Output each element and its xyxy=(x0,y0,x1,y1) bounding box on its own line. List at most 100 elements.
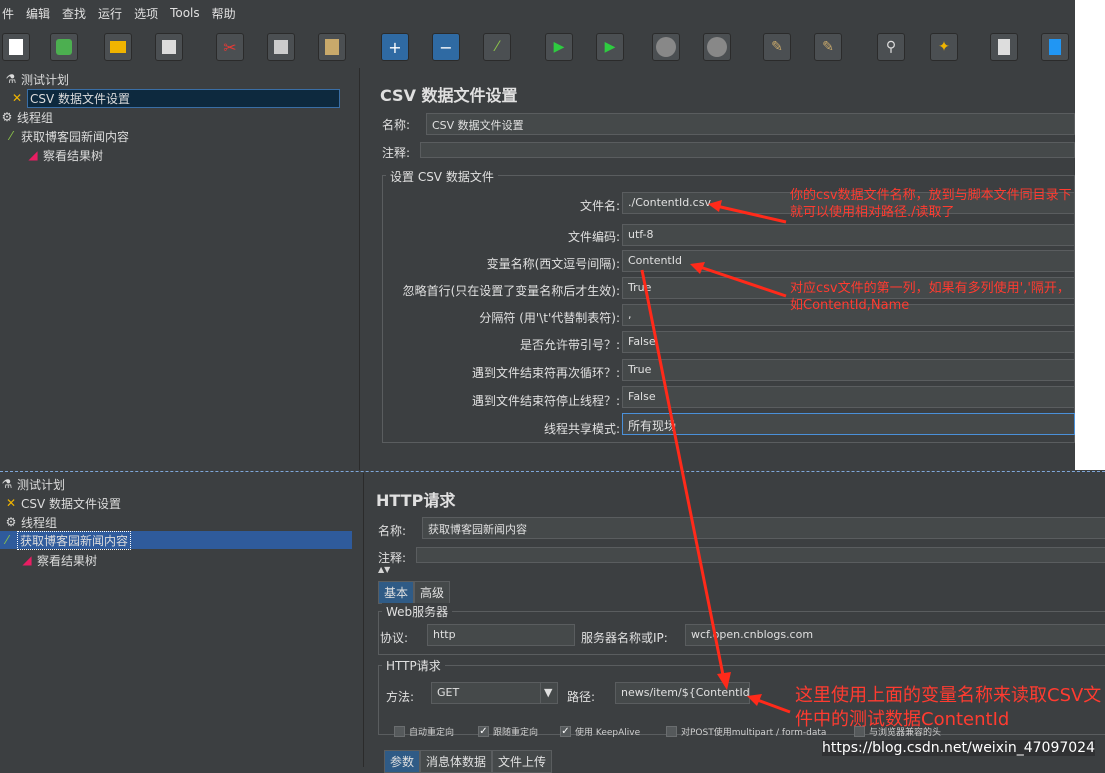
help-icon[interactable] xyxy=(1041,33,1069,61)
menu-run[interactable]: 运行 xyxy=(98,5,122,22)
path-field[interactable]: news/item/${ContentId} xyxy=(615,682,750,704)
tab-files-upload[interactable]: 文件上传 xyxy=(492,750,553,773)
tree-node-test-plan[interactable]: ⚗ 测试计划 xyxy=(4,70,69,88)
test-plan-icon: ⚗ xyxy=(1,477,13,491)
name-label: 名称: xyxy=(382,118,411,132)
name-field[interactable]: CSV 数据文件设置 xyxy=(426,113,1075,135)
chart-icon: ◢ xyxy=(28,148,38,162)
config-tool-icon: ✕ xyxy=(11,91,23,105)
delimiter-label: 分隔符 (用'\t'代替制表符): xyxy=(479,311,620,325)
comment-label: 注释: xyxy=(378,551,407,565)
menu-options[interactable]: 选项 xyxy=(134,5,158,22)
tree-node-thread-group[interactable]: ⚙ 线程组 xyxy=(4,513,57,531)
menu-file[interactable]: 件 xyxy=(2,5,14,22)
server-field[interactable]: wcf.open.cnblogs.com xyxy=(685,624,1105,646)
start-no-pause-icon[interactable]: ▶ xyxy=(596,33,624,61)
annotation-variable: 对应csv文件的第一列，如果有多列使用','隔开，如ContentId,Name xyxy=(790,281,1070,313)
save-icon[interactable] xyxy=(155,33,183,61)
variable-names-field[interactable]: ContentId xyxy=(622,250,1075,272)
path-label: 路径: xyxy=(567,690,596,704)
paste-icon[interactable] xyxy=(318,33,346,61)
tree-node-http-request[interactable]: ⁄ 获取博客园新闻内容 xyxy=(4,127,129,145)
check-icon: ✓ xyxy=(560,726,571,737)
screenshot-edge xyxy=(1075,0,1105,470)
function-helper-icon[interactable] xyxy=(990,33,1018,61)
stop-thread-eof-field[interactable]: False xyxy=(622,386,1075,408)
cut-icon[interactable]: ✂ xyxy=(216,33,244,61)
comment-field[interactable] xyxy=(420,142,1075,158)
http-request-group-title: HTTP请求 xyxy=(382,657,445,674)
tab-basic[interactable]: 基本 xyxy=(378,581,415,604)
checkbox-icon xyxy=(394,726,405,737)
open-icon[interactable] xyxy=(104,33,132,61)
annotation-filename: 你的csv数据文件名称，放到与脚本文件同目录下就可以使用相对路径./读取了 xyxy=(790,188,1072,220)
collapse-icon[interactable]: − xyxy=(432,33,460,61)
start-icon[interactable]: ▶ xyxy=(545,33,573,61)
recycle-eof-label: 遇到文件结束符再次循环？: xyxy=(471,366,620,380)
name-label: 名称: xyxy=(378,524,407,538)
filename-label: 文件名: xyxy=(579,199,620,213)
expand-icon[interactable]: + xyxy=(381,33,409,61)
sharing-mode-select[interactable]: 所有现场 xyxy=(622,413,1075,435)
tab-advanced[interactable]: 高级 xyxy=(414,581,451,604)
stop-thread-eof-label: 遇到文件结束符停止线程？: xyxy=(471,394,620,408)
screenshot-divider xyxy=(0,471,1105,472)
sharing-mode-label: 线程共享模式: xyxy=(543,422,620,436)
check-icon: ✓ xyxy=(478,726,489,737)
csv-config-panel: CSV 数据文件设置 名称: CSV 数据文件设置 注释: 设置 CSV 数据文… xyxy=(368,68,1075,470)
template-icon[interactable] xyxy=(50,33,78,61)
config-tabs: 基本 高级 xyxy=(378,581,451,604)
tree-node-test-plan[interactable]: ⚗ 测试计划 xyxy=(0,475,65,493)
sampler-icon: ⁄ xyxy=(9,129,12,143)
menu-help[interactable]: 帮助 xyxy=(212,5,236,22)
page-title: CSV 数据文件设置 xyxy=(380,86,518,105)
auto-redirect-checkbox[interactable]: 自动重定向 xyxy=(394,725,454,738)
tree-node-result-tree[interactable]: ◢ 察看结果树 xyxy=(26,146,103,164)
tree-node-csv-config[interactable]: ✕ CSV 数据文件设置 xyxy=(4,494,121,512)
shutdown-icon[interactable] xyxy=(703,33,731,61)
clear-icon[interactable]: ✎ xyxy=(763,33,791,61)
protocol-field[interactable]: http xyxy=(427,624,575,646)
checkbox-icon xyxy=(666,726,677,737)
gear-icon: ⚙ xyxy=(1,110,13,124)
page-title: HTTP请求 xyxy=(376,491,456,510)
stop-icon[interactable] xyxy=(652,33,680,61)
method-label: 方法: xyxy=(386,690,415,704)
gear-icon: ⚙ xyxy=(5,515,17,529)
web-server-group-title: Web服务器 xyxy=(382,603,453,620)
menu-search[interactable]: 查找 xyxy=(62,5,86,22)
tree-node-thread-group[interactable]: ⚙ 线程组 xyxy=(0,108,53,126)
name-field[interactable]: 获取博客园新闻内容 xyxy=(422,517,1105,539)
recycle-eof-field[interactable]: True xyxy=(622,359,1075,381)
toggle-icon[interactable]: ⁄ xyxy=(483,33,511,61)
new-icon[interactable] xyxy=(2,33,30,61)
clear-all-icon[interactable]: ✎ xyxy=(814,33,842,61)
reset-search-icon[interactable]: ✦ xyxy=(930,33,958,61)
encoding-field[interactable]: utf-8 xyxy=(622,224,1075,246)
allow-quoted-label: 是否允许带引号？: xyxy=(519,338,620,352)
protocol-label: 协议: xyxy=(380,631,409,645)
allow-quoted-field[interactable]: False xyxy=(622,331,1075,353)
tree-node-result-tree[interactable]: ◢ 察看结果树 xyxy=(20,551,97,569)
copy-icon[interactable] xyxy=(267,33,295,61)
tree-node-csv-config[interactable]: ✕ CSV 数据文件设置 xyxy=(10,88,340,108)
menu-tools[interactable]: Tools xyxy=(170,6,200,20)
menu-bar: 件 编辑 查找 运行 选项 Tools 帮助 xyxy=(0,0,1075,26)
comment-field[interactable] xyxy=(416,547,1105,563)
menu-edit[interactable]: 编辑 xyxy=(26,5,50,22)
sampler-icon: ⁄ xyxy=(5,533,8,547)
chevron-down-icon[interactable]: ▼ xyxy=(540,682,558,704)
tab-body-data[interactable]: 消息体数据 xyxy=(420,750,493,773)
csv-settings-group-title: 设置 CSV 数据文件 xyxy=(386,168,498,185)
keepalive-checkbox[interactable]: ✓ 使用 KeepAlive xyxy=(560,725,640,738)
comment-label: 注释: xyxy=(382,146,411,160)
tree-node-http-request[interactable]: ⁄ 获取博客园新闻内容 xyxy=(0,530,352,550)
search-icon[interactable]: ⚲ xyxy=(877,33,905,61)
watermark: https://blog.csdn.net/weixin_47097024 xyxy=(821,740,1095,756)
collapse-arrows-icon[interactable]: ▲▼ xyxy=(378,565,390,574)
test-plan-tree-top: ⚗ 测试计划 ✕ CSV 数据文件设置 ⚙ 线程组 ⁄ 获取博客园新闻内容 ◢ 察看结果树 xyxy=(0,68,360,470)
follow-redirect-checkbox[interactable]: ✓ 跟随重定向 xyxy=(478,725,538,738)
tab-parameters[interactable]: 参数 xyxy=(384,750,421,773)
params-tabs: 参数 消息体数据 文件上传 xyxy=(384,750,553,773)
method-select[interactable]: GET xyxy=(431,682,558,704)
